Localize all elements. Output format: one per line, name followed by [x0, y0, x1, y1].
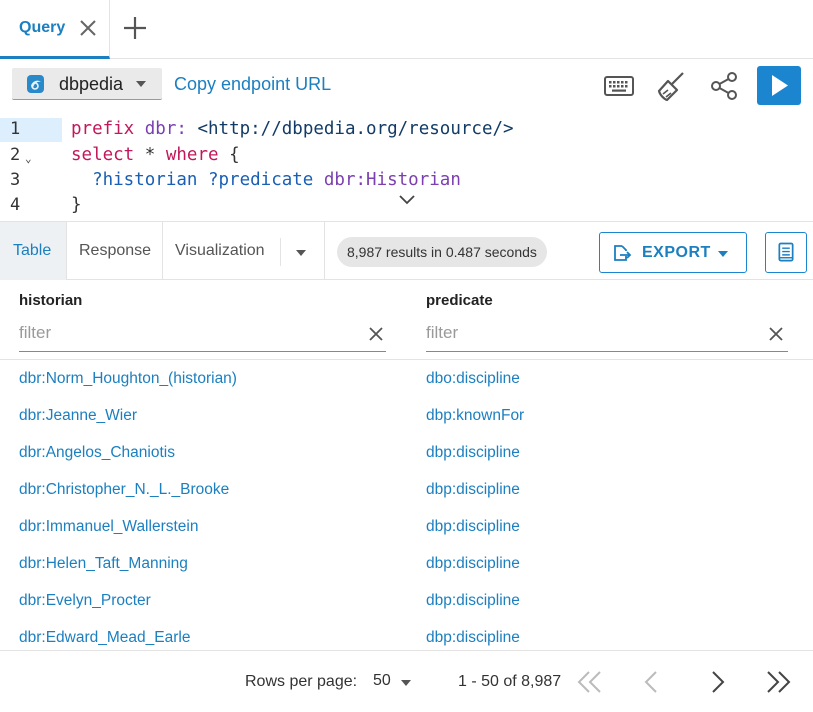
historian-link[interactable]: dbr:Helen_Taft_Manning — [19, 555, 188, 573]
tab-table[interactable]: Table — [0, 222, 66, 280]
editor-gutter: 1 2 ⌄ 3 4 — [0, 114, 62, 221]
predicate-link[interactable]: dbo:discipline — [426, 370, 520, 388]
code-line-2: select * where { — [71, 143, 240, 167]
prefix-name: dbr: — [144, 119, 187, 139]
keyboard-icon[interactable] — [602, 69, 636, 103]
page-range-text: 1 - 50 of 8,987 — [458, 673, 562, 690]
historian-link[interactable]: dbr:Angelos_Chaniotis — [19, 444, 175, 462]
results-toolbar: Table Response Visualization 8,987 resul… — [0, 221, 813, 280]
tab-query[interactable]: Query — [0, 0, 110, 59]
pagination-footer: Rows per page: 50 1 - 50 of 8,987 — [0, 650, 813, 712]
predicate-link[interactable]: dbp:discipline — [426, 481, 520, 499]
predicate-link[interactable]: dbp:knownFor — [426, 407, 524, 425]
keyword-where: where — [165, 145, 219, 165]
prefix-iri: <http://dbpedia.org/resource/> — [197, 119, 514, 139]
query-editor[interactable]: 1 2 ⌄ 3 4 prefix dbr: <http://dbpedia.or… — [0, 114, 813, 221]
chevron-down-icon — [718, 251, 728, 257]
results-summary-badge: 8,987 results in 0.487 seconds — [337, 237, 547, 267]
column-header-predicate[interactable]: predicate — [426, 292, 493, 309]
dbpedia-logo-icon — [27, 75, 44, 93]
historian-link[interactable]: dbr:Edward_Mead_Earle — [19, 629, 190, 647]
query-toolbar: dbpedia Copy endpoint URL — [0, 59, 813, 114]
rows-per-page-label: Rows per page: — [245, 673, 358, 690]
add-tab-icon[interactable] — [122, 15, 148, 41]
endpoint-name: dbpedia — [59, 74, 124, 94]
chevron-down-icon[interactable] — [401, 680, 411, 686]
filter-predicate-input[interactable] — [426, 320, 746, 346]
close-brace: } — [71, 195, 82, 215]
column-header-historian[interactable]: historian — [19, 292, 82, 309]
export-label: EXPORT — [642, 244, 711, 261]
line-number: 2 — [10, 145, 21, 165]
play-icon — [772, 75, 788, 96]
share-icon[interactable] — [707, 69, 741, 103]
more-tabs-chevron-down-icon[interactable] — [296, 250, 306, 256]
first-page-icon[interactable] — [574, 667, 604, 697]
divider — [324, 222, 325, 280]
filter-historian-input[interactable] — [19, 320, 339, 346]
tab-query-label: Query — [19, 19, 66, 36]
variable-historian: ?historian — [92, 170, 198, 190]
tab-bar: Query — [0, 0, 813, 59]
export-file-icon — [614, 245, 632, 261]
predicate-link[interactable]: dbp:discipline — [426, 629, 520, 647]
tab-visualization[interactable]: Visualization — [162, 222, 280, 280]
table-row: dbr:Angelos_Chaniotis dbp:discipline — [0, 434, 813, 471]
broom-icon[interactable] — [655, 69, 689, 103]
predicate-link[interactable]: dbp:discipline — [426, 518, 520, 536]
table-row: dbr:Immanuel_Wallerstein dbp:discipline — [0, 508, 813, 545]
documentation-button[interactable] — [765, 232, 807, 273]
rows-per-page-select[interactable]: 50 — [373, 672, 391, 690]
historian-link[interactable]: dbr:Christopher_N._L._Brooke — [19, 481, 229, 499]
historian-link[interactable]: dbr:Immanuel_Wallerstein — [19, 518, 198, 536]
fold-chevron-icon[interactable]: ⌄ — [25, 152, 32, 165]
keyword-select: select — [71, 145, 135, 165]
predicate-link[interactable]: dbp:discipline — [426, 444, 520, 462]
historian-link[interactable]: dbr:Norm_Houghton_(historian) — [19, 370, 237, 388]
code-line-3: ?historian ?predicate dbr:Historian — [71, 168, 461, 192]
variable-predicate: ?predicate — [207, 170, 314, 190]
chevron-down-icon — [136, 81, 146, 87]
keyword-prefix: prefix — [71, 119, 135, 139]
copy-endpoint-url-link[interactable]: Copy endpoint URL — [174, 74, 331, 95]
code-line-4: } — [71, 193, 82, 217]
select-star: * — [144, 145, 156, 165]
open-brace: { — [229, 145, 240, 165]
run-query-button[interactable] — [757, 66, 801, 105]
table-row: dbr:Evelyn_Procter dbp:discipline — [0, 582, 813, 619]
divider — [280, 238, 281, 266]
historian-link[interactable]: dbr:Evelyn_Procter — [19, 592, 151, 610]
document-icon — [778, 242, 794, 262]
line-number: 3 — [10, 170, 21, 190]
endpoint-selector[interactable]: dbpedia — [12, 68, 162, 100]
tab-response[interactable]: Response — [66, 222, 162, 280]
expand-editor-chevron-icon[interactable] — [398, 194, 416, 206]
filter-historian — [19, 318, 386, 352]
next-page-icon[interactable] — [702, 667, 732, 697]
predicate-link[interactable]: dbp:discipline — [426, 592, 520, 610]
table-row: dbr:Helen_Taft_Manning dbp:discipline — [0, 545, 813, 582]
clear-filter-icon[interactable] — [367, 325, 385, 343]
object-iri: dbr:Historian — [323, 170, 461, 190]
filter-predicate — [426, 318, 788, 352]
table-row: dbr:Jeanne_Wier dbp:knownFor — [0, 397, 813, 434]
table-row: dbr:Norm_Houghton_(historian) dbo:discip… — [0, 360, 813, 397]
code-line-1: prefix dbr: <http://dbpedia.org/resource… — [71, 117, 514, 141]
historian-link[interactable]: dbr:Jeanne_Wier — [19, 407, 137, 425]
line-number: 1 — [10, 119, 21, 139]
line-number: 4 — [10, 195, 21, 215]
table-row: dbr:Christopher_N._L._Brooke dbp:discipl… — [0, 471, 813, 508]
close-icon[interactable] — [78, 18, 98, 38]
predicate-link[interactable]: dbp:discipline — [426, 555, 520, 573]
clear-filter-icon[interactable] — [767, 325, 785, 343]
last-page-icon[interactable] — [764, 667, 794, 697]
export-button[interactable]: EXPORT — [599, 232, 747, 273]
previous-page-icon[interactable] — [637, 667, 667, 697]
